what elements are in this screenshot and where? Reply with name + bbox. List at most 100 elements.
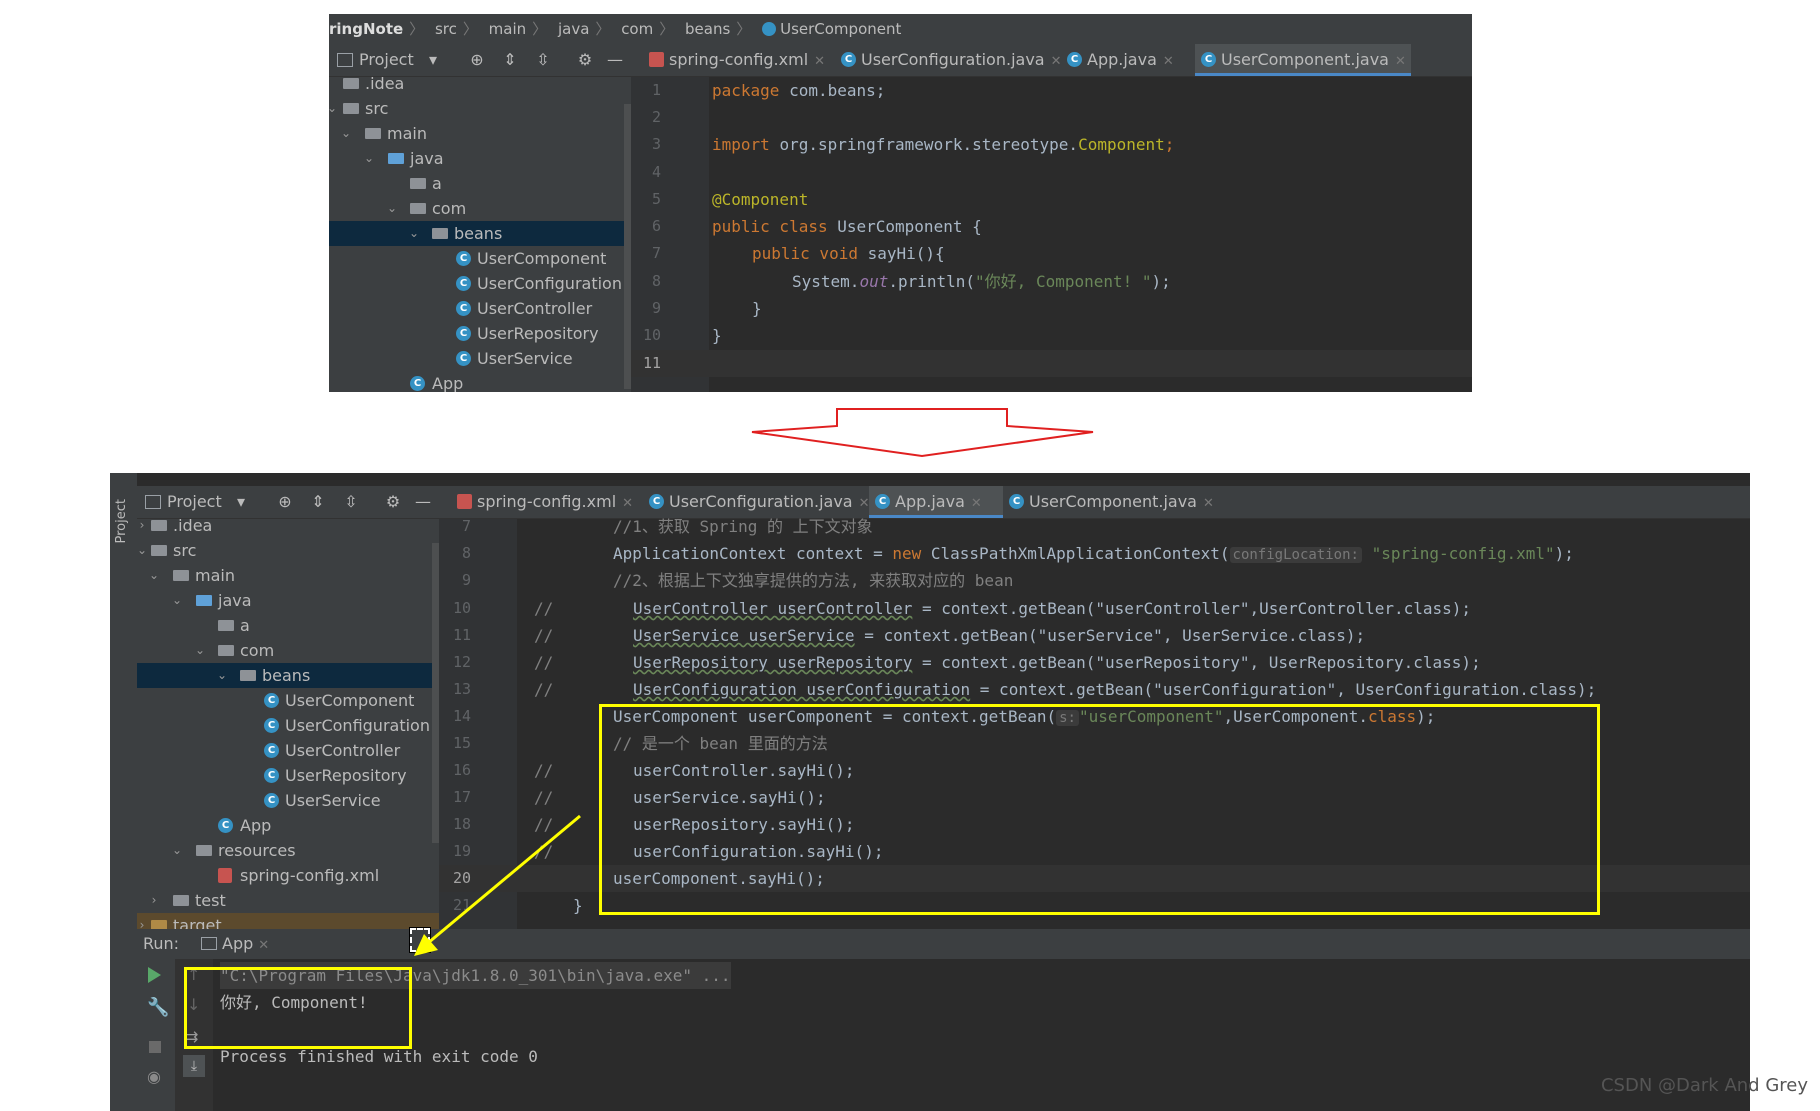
run-tab-app[interactable]: App ✕	[201, 929, 269, 961]
chevron-down-icon: ⌄	[216, 668, 228, 682]
output-highlight-box	[184, 967, 412, 1049]
tree-item[interactable]: a	[137, 613, 439, 638]
close-icon[interactable]: ✕	[859, 496, 870, 511]
tab-label: UserConfiguration.java	[861, 50, 1045, 69]
side-project-tab[interactable]: Project	[114, 499, 129, 543]
tree-item[interactable]: ⌄ main	[329, 121, 631, 146]
project-tree: .idea ⌄ src ⌄ main ⌄ java a ⌄ com ⌄ beans C Us…	[329, 74, 631, 392]
chevron-down-icon: ⌄	[363, 151, 375, 165]
folder-icon	[173, 895, 189, 906]
wrench-icon[interactable]: 🔧	[147, 997, 169, 1018]
tree-item[interactable]: ⌄ java	[137, 588, 439, 613]
class-icon: C	[1067, 52, 1082, 67]
package-icon	[410, 203, 426, 214]
down-arrow-icon	[751, 408, 1094, 458]
folder-icon	[365, 128, 381, 139]
watermark: CSDN @Dark And Grey	[1600, 1075, 1808, 1096]
project-icon	[145, 495, 161, 509]
class-icon: C	[456, 351, 471, 366]
tab-userconfiguration-java[interactable]: C UserConfiguration.java ✕	[835, 44, 1062, 76]
chevron-down-icon: ⌄	[340, 126, 352, 140]
breadcrumb-item[interactable]: java	[558, 20, 589, 38]
tree-item[interactable]: › .idea	[137, 513, 439, 538]
project-icon	[337, 53, 353, 67]
chevron-down-icon: ⌄	[171, 593, 183, 607]
camera-icon[interactable]: ◉	[147, 1067, 161, 1086]
tree-item[interactable]: C UserConfiguration	[329, 271, 631, 296]
scroll-end-icon[interactable]: ⤓	[183, 1055, 205, 1077]
close-icon[interactable]: ✕	[1163, 54, 1174, 69]
tree-item[interactable]: ⌄ com	[137, 638, 439, 663]
project-tree: › .idea ⌄ src ⌄ main ⌄ java a ⌄ com ⌄ beans CU…	[137, 516, 439, 938]
tab-label: App.java	[1087, 50, 1157, 69]
tab-app-java[interactable]: C App.java ✕	[869, 486, 1003, 518]
breadcrumb-item[interactable]: beans	[685, 20, 730, 38]
close-icon[interactable]: ✕	[971, 496, 982, 511]
tree-item[interactable]: .idea	[329, 71, 631, 96]
tree-item[interactable]: ⌄ resources	[137, 838, 439, 863]
class-icon: C	[456, 326, 471, 341]
folder-icon	[196, 845, 212, 856]
tab-usercomponent-java[interactable]: C UserComponent.java ✕	[1195, 44, 1411, 76]
tree-item[interactable]: ⌄ main	[137, 563, 439, 588]
xml-file-icon	[218, 868, 232, 883]
tree-item[interactable]: ⌄ java	[329, 146, 631, 171]
tree-item[interactable]: C UserRepository	[329, 321, 631, 346]
tree-item[interactable]: ⌄ src	[137, 538, 439, 563]
folder-icon	[173, 570, 189, 581]
chevron-down-icon: ⌄	[386, 201, 398, 215]
breadcrumb-item[interactable]: src	[435, 20, 457, 38]
tree-item[interactable]: C UserService	[329, 346, 631, 371]
tab-spring-config-xml[interactable]: spring-config.xml ✕	[643, 44, 835, 76]
folder-icon	[388, 153, 404, 164]
tree-item[interactable]: C UserConfiguration	[137, 713, 439, 738]
tree-item[interactable]: C UserComponent	[329, 246, 631, 271]
tree-item[interactable]: C UserController	[137, 738, 439, 763]
tree-item[interactable]: ⌄ beans	[137, 663, 439, 688]
tree-item[interactable]: › test	[137, 888, 439, 913]
close-icon[interactable]: ✕	[622, 496, 633, 511]
tree-item[interactable]: C UserController	[329, 296, 631, 321]
chevron-down-icon: ⌄	[148, 568, 160, 582]
tab-usercomponent-java[interactable]: C UserComponent.java ✕	[1003, 486, 1219, 518]
close-icon[interactable]: ✕	[258, 938, 269, 953]
chevron-down-icon: ⌄	[136, 543, 148, 557]
package-icon	[218, 620, 234, 631]
tree-item[interactable]: a	[329, 171, 631, 196]
class-icon: C	[264, 793, 279, 808]
current-line-highlight	[631, 350, 1472, 377]
close-icon[interactable]: ✕	[1203, 496, 1214, 511]
tree-item[interactable]: C UserComponent	[137, 688, 439, 713]
class-icon: C	[456, 251, 471, 266]
play-icon[interactable]	[148, 967, 161, 983]
close-icon[interactable]: ✕	[814, 54, 825, 69]
xml-file-icon	[649, 52, 664, 67]
breadcrumb-item[interactable]: UserComponent	[780, 20, 901, 38]
close-icon[interactable]: ✕	[1051, 54, 1062, 69]
tree-item[interactable]: C UserService	[137, 788, 439, 813]
class-icon: C	[456, 276, 471, 291]
breadcrumb-item[interactable]: main	[489, 20, 526, 38]
tab-app-java[interactable]: C App.java ✕	[1061, 44, 1195, 76]
tab-label: spring-config.xml	[477, 492, 617, 511]
tree-item[interactable]: spring-config.xml	[137, 863, 439, 888]
tab-label: UserComponent.java	[1221, 50, 1389, 69]
breadcrumb-item[interactable]: com	[621, 20, 653, 38]
tree-item[interactable]: C UserRepository	[137, 763, 439, 788]
tree-item[interactable]: C App	[329, 371, 631, 392]
chevron-down-icon: ⌄	[194, 643, 206, 657]
run-label: Run:	[143, 934, 180, 953]
tree-item[interactable]: ⌄ com	[329, 196, 631, 221]
tree-item[interactable]: C App	[137, 813, 439, 838]
xml-file-icon	[457, 494, 472, 509]
class-icon: C	[410, 376, 425, 391]
folder-icon	[343, 103, 359, 114]
close-icon[interactable]: ✕	[1395, 54, 1406, 69]
tree-item[interactable]: ⌄ beans	[329, 221, 631, 246]
stop-icon[interactable]	[149, 1041, 161, 1053]
console-output[interactable]: "C:\Program Files\Java\jdk1.8.0_301\bin\…	[213, 959, 1750, 1111]
pointer-arrow	[414, 814, 581, 956]
breadcrumb-item[interactable]: ringNote	[329, 20, 403, 38]
tree-item[interactable]: ⌄ src	[329, 96, 631, 121]
side-tool-strip: Project	[110, 473, 137, 1111]
